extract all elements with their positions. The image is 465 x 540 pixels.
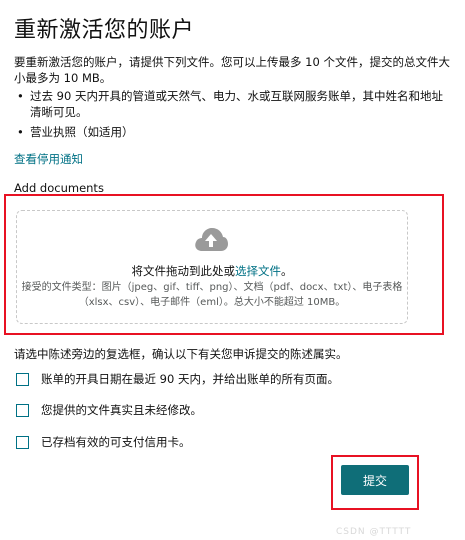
- list-item-text: 营业执照（如适用）: [30, 125, 134, 139]
- confirm-statement-row: 已存档有效的可支付信用卡。: [16, 434, 191, 450]
- submit-button[interactable]: 提交: [341, 465, 409, 495]
- confirm-instruction: 请选中陈述旁边的复选框，确认以下有关您申诉提交的陈述属实。: [14, 347, 348, 361]
- confirm-checkbox-billing-date[interactable]: [16, 372, 29, 386]
- confirm-statement-text: 账单的开具日期在最近 90 天内，并给出账单的所有页面。: [41, 372, 339, 386]
- list-item: • 过去 90 天内开具的管道或天然气、电力、水或互联网服务账单，其中姓名和地址清…: [14, 88, 454, 120]
- choose-file-link[interactable]: 选择文件: [235, 264, 281, 278]
- bullet-icon: •: [17, 89, 24, 103]
- file-dropzone[interactable]: 将文件拖动到此处或选择文件。 接受的文件类型：图片（jpeg、gif、tiff、…: [16, 210, 408, 324]
- list-item: • 营业执照（如适用）: [14, 124, 454, 140]
- confirm-checkbox-credit-card[interactable]: [16, 435, 29, 449]
- watermark: CSDN @TTTTT: [336, 527, 412, 537]
- bullet-icon: •: [17, 125, 24, 139]
- drag-suffix: 。: [281, 264, 293, 278]
- page-title: 重新激活您的账户: [14, 18, 195, 43]
- accepted-file-types: 接受的文件类型：图片（jpeg、gif、tiff、png）、文档（pdf、doc…: [21, 282, 403, 308]
- document-requirements-list: • 过去 90 天内开具的管道或天然气、电力、水或互联网服务账单，其中姓名和地址清…: [14, 88, 454, 144]
- list-item-text: 过去 90 天内开具的管道或天然气、电力、水或互联网服务账单，其中姓名和地址清晰…: [30, 89, 443, 119]
- confirm-statement-text: 已存档有效的可支付信用卡。: [41, 435, 191, 449]
- cloud-upload-icon: [195, 228, 228, 251]
- drag-text: 将文件拖动到此处或: [131, 264, 236, 278]
- confirm-statement-row: 账单的开具日期在最近 90 天内，并给出账单的所有页面。: [16, 371, 339, 387]
- add-documents-label: Add documents: [14, 181, 104, 195]
- intro-text: 要重新激活您的账户，请提供下列文件。您可以上传最多 10 个文件，提交的总文件大…: [14, 55, 450, 85]
- confirm-statement-text: 您提供的文件真实且未经修改。: [41, 403, 202, 417]
- confirm-statement-row: 您提供的文件真实且未经修改。: [16, 402, 202, 418]
- view-deactivation-notice-link[interactable]: 查看停用通知: [14, 151, 83, 167]
- confirm-checkbox-authentic[interactable]: [16, 403, 29, 417]
- drag-instruction: 将文件拖动到此处或选择文件。: [17, 263, 407, 279]
